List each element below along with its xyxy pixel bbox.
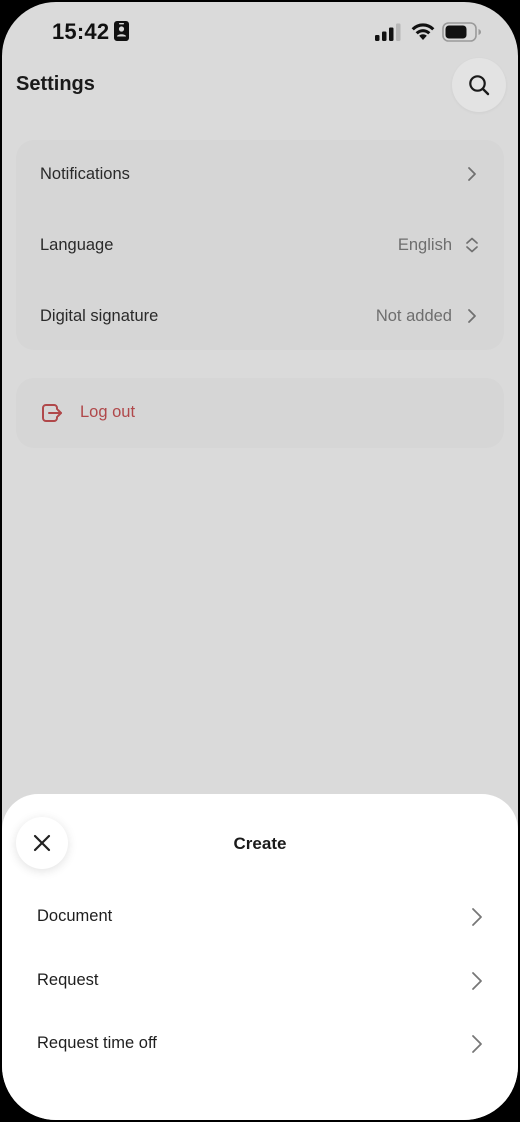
chevron-right-icon xyxy=(464,308,480,324)
settings-item-label: Language xyxy=(40,235,114,254)
phone-frame: 15:42 Settings Notifications Language En… xyxy=(0,0,520,1122)
digital-signature-value: Not added xyxy=(375,306,452,325)
logout-icon xyxy=(42,404,62,422)
settings-card: Notifications Language English Digital s… xyxy=(16,140,504,350)
sheet-title: Create xyxy=(233,834,287,853)
create-bottom-sheet: Create Document Request Request time off xyxy=(2,794,518,1120)
sheet-item-document[interactable]: Document xyxy=(2,893,518,943)
sheet-item-label: Request time off xyxy=(37,1034,157,1052)
settings-item-language[interactable]: Language English xyxy=(16,215,504,275)
sheet-item-request[interactable]: Request xyxy=(2,957,518,1007)
search-icon xyxy=(469,75,490,96)
language-value: English xyxy=(397,235,452,254)
battery-icon xyxy=(442,22,481,42)
sheet-item-label: Document xyxy=(37,907,113,925)
cellular-signal-icon xyxy=(375,23,401,41)
settings-item-notifications[interactable]: Notifications xyxy=(16,144,504,204)
status-bar: 15:42 xyxy=(2,2,518,62)
settings-item-digital-signature[interactable]: Digital signature Not added xyxy=(16,286,504,346)
settings-item-label: Notifications xyxy=(40,164,130,183)
page-title: Settings xyxy=(16,73,95,95)
id-card-icon xyxy=(114,21,129,41)
settings-item-label: Digital signature xyxy=(40,306,159,325)
sheet-item-request-time-off[interactable]: Request time off xyxy=(2,1020,518,1070)
screen: 15:42 Settings Notifications Language En… xyxy=(2,2,518,1120)
logout-label: Log out xyxy=(80,403,136,421)
chevron-right-icon xyxy=(472,972,482,990)
chevron-right-icon xyxy=(464,166,480,182)
logout-button[interactable]: Log out xyxy=(16,378,504,448)
search-button[interactable] xyxy=(452,58,506,112)
wifi-icon xyxy=(411,23,435,40)
sheet-item-label: Request xyxy=(37,971,99,989)
status-time: 15:42 xyxy=(52,19,110,44)
chevron-right-icon xyxy=(472,908,482,926)
chevron-right-icon xyxy=(472,1035,482,1053)
expand-collapse-icon xyxy=(464,237,480,253)
